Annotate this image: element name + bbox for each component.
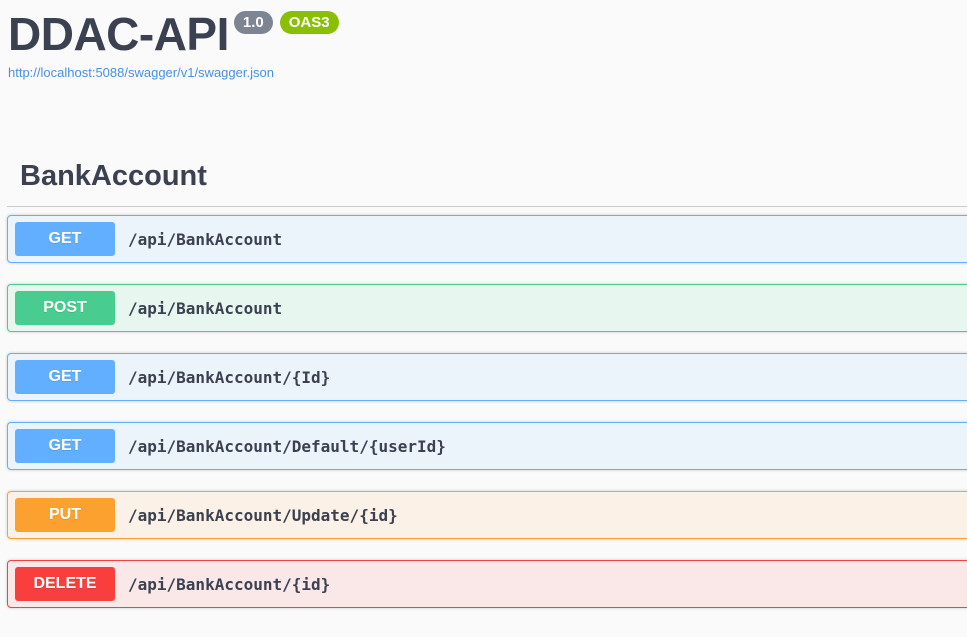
operation-path: /api/BankAccount/{id}: [128, 574, 331, 594]
api-title: DDAC-API: [8, 8, 229, 60]
operation-path: /api/BankAccount: [128, 229, 283, 249]
operation-path: /api/BankAccount/Default/{userId}: [128, 436, 446, 456]
method-badge-put: PUT: [15, 498, 115, 532]
method-badge-get: GET: [15, 222, 115, 256]
version-badge: 1.0: [233, 11, 273, 34]
operation-path: /api/BankAccount/Update/{id}: [128, 505, 398, 525]
operation-post-bankaccount[interactable]: POST /api/BankAccount: [7, 284, 967, 332]
oas-badge: OAS3: [279, 11, 339, 34]
operations-list: GET /api/BankAccount POST /api/BankAccou…: [7, 215, 967, 608]
tag-header[interactable]: BankAccount: [7, 152, 967, 207]
tag-section-bankaccount: BankAccount GET /api/BankAccount POST /a…: [7, 152, 967, 629]
method-badge-delete: DELETE: [15, 567, 115, 601]
operation-get-bankaccount-by-id[interactable]: GET /api/BankAccount/{Id}: [7, 353, 967, 401]
operation-put-update[interactable]: PUT /api/BankAccount/Update/{id}: [7, 491, 967, 539]
method-badge-get: GET: [15, 429, 115, 463]
swagger-json-link[interactable]: http://localhost:5088/swagger/v1/swagger…: [8, 65, 339, 80]
api-info: DDAC-API 1.0 OAS3 http://localhost:5088/…: [8, 6, 339, 80]
operation-get-bankaccount[interactable]: GET /api/BankAccount: [7, 215, 967, 263]
operation-path: /api/BankAccount: [128, 298, 283, 318]
operation-delete-bankaccount[interactable]: DELETE /api/BankAccount/{id}: [7, 560, 967, 608]
method-badge-get: GET: [15, 360, 115, 394]
title-row: DDAC-API 1.0 OAS3: [8, 6, 339, 62]
method-badge-post: POST: [15, 291, 115, 325]
operation-path: /api/BankAccount/{Id}: [128, 367, 331, 387]
operation-get-default-by-userid[interactable]: GET /api/BankAccount/Default/{userId}: [7, 422, 967, 470]
